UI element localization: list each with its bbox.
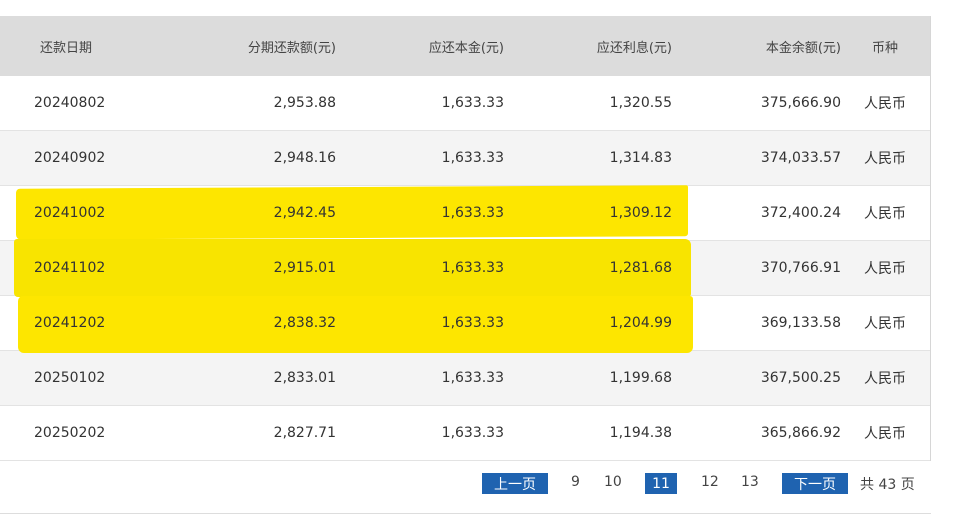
- cell-installment: 2,942.45: [273, 205, 336, 221]
- cell-principal: 1,633.33: [441, 260, 504, 276]
- cell-interest: 1,309.12: [609, 205, 672, 221]
- table-row: 20241002 2,942.45 1,633.33 1,309.12 372,…: [0, 185, 931, 241]
- cell-date: 20250102: [34, 370, 106, 386]
- cell-principal: 1,633.33: [441, 205, 504, 221]
- cell-date: 20241102: [34, 260, 106, 276]
- page-link-9[interactable]: 9: [571, 474, 580, 490]
- table-right-border: [930, 16, 931, 461]
- cell-installment: 2,838.32: [273, 315, 336, 331]
- pagination: 上一页 9 10 11 12 13 下一页 共 43 页: [0, 473, 956, 495]
- next-page-button[interactable]: 下一页: [782, 473, 848, 494]
- cell-principal: 1,633.33: [441, 425, 504, 441]
- cell-principal: 1,633.33: [441, 315, 504, 331]
- cell-date: 20240902: [34, 150, 106, 166]
- cell-balance: 365,866.92: [760, 425, 841, 441]
- header-currency: 币种: [872, 40, 899, 56]
- cell-interest: 1,194.38: [609, 425, 672, 441]
- cell-principal: 1,633.33: [441, 370, 504, 386]
- cell-installment: 2,915.01: [273, 260, 336, 276]
- cell-installment: 2,948.16: [273, 150, 336, 166]
- cell-balance: 374,033.57: [760, 150, 841, 166]
- header-date: 还款日期: [40, 40, 93, 56]
- cell-currency: 人民币: [864, 96, 906, 112]
- table-row: 20250102 2,833.01 1,633.33 1,199.68 367,…: [0, 351, 931, 406]
- page-link-12[interactable]: 12: [701, 474, 719, 490]
- table-row: 20241202 2,838.32 1,633.33 1,204.99 369,…: [0, 296, 931, 353]
- cell-installment: 2,953.88: [273, 95, 336, 111]
- cell-currency: 人民币: [864, 206, 906, 222]
- table-row: 20240802 2,953.88 1,633.33 1,320.55 375,…: [0, 76, 931, 131]
- cell-currency: 人民币: [864, 426, 906, 442]
- page-link-10[interactable]: 10: [604, 474, 622, 490]
- cell-date: 20240802: [34, 95, 106, 111]
- yellow-highlight-mark: [14, 239, 691, 297]
- cell-currency: 人民币: [864, 261, 906, 277]
- yellow-highlight-mark: [16, 185, 688, 240]
- header-installment: 分期还款额(元): [247, 40, 336, 56]
- table-row: 20241102 2,915.01 1,633.33 1,281.68 370,…: [0, 239, 931, 297]
- cell-interest: 1,199.68: [609, 370, 672, 386]
- cell-balance: 372,400.24: [760, 205, 841, 221]
- cell-interest: 1,320.55: [609, 95, 672, 111]
- table-row: 20250202 2,827.71 1,633.33 1,194.38 365,…: [0, 406, 931, 461]
- cell-installment: 2,827.71: [273, 425, 336, 441]
- cell-balance: 367,500.25: [760, 370, 841, 386]
- current-page-indicator[interactable]: 11: [645, 473, 677, 494]
- cell-interest: 1,314.83: [609, 150, 672, 166]
- cell-balance: 370,766.91: [760, 260, 841, 276]
- table-header-row: 还款日期 分期还款额(元) 应还本金(元) 应还利息(元) 本金余额(元) 币种: [0, 16, 931, 76]
- header-principal: 应还本金(元): [428, 40, 504, 56]
- table-row: 20240902 2,948.16 1,633.33 1,314.83 374,…: [0, 131, 931, 186]
- cell-currency: 人民币: [864, 151, 906, 167]
- cell-date: 20241202: [34, 315, 106, 331]
- cell-principal: 1,633.33: [441, 150, 504, 166]
- header-interest: 应还利息(元): [596, 40, 672, 56]
- cell-interest: 1,281.68: [609, 260, 672, 276]
- cell-date: 20250202: [34, 425, 106, 441]
- cell-balance: 369,133.58: [760, 315, 841, 331]
- header-balance: 本金余额(元): [765, 40, 841, 56]
- yellow-highlight-mark: [18, 296, 693, 353]
- prev-page-button[interactable]: 上一页: [482, 473, 548, 494]
- cell-currency: 人民币: [864, 316, 906, 332]
- cell-installment: 2,833.01: [273, 370, 336, 386]
- cell-interest: 1,204.99: [609, 315, 672, 331]
- cell-balance: 375,666.90: [760, 95, 841, 111]
- page-link-13[interactable]: 13: [741, 474, 759, 490]
- cell-currency: 人民币: [864, 371, 906, 387]
- cell-date: 20241002: [34, 205, 106, 221]
- bottom-divider: [0, 513, 931, 514]
- cell-principal: 1,633.33: [441, 95, 504, 111]
- total-pages-label: 共 43 页: [860, 477, 915, 493]
- repayment-schedule-table: 还款日期 分期还款额(元) 应还本金(元) 应还利息(元) 本金余额(元) 币种…: [0, 16, 931, 461]
